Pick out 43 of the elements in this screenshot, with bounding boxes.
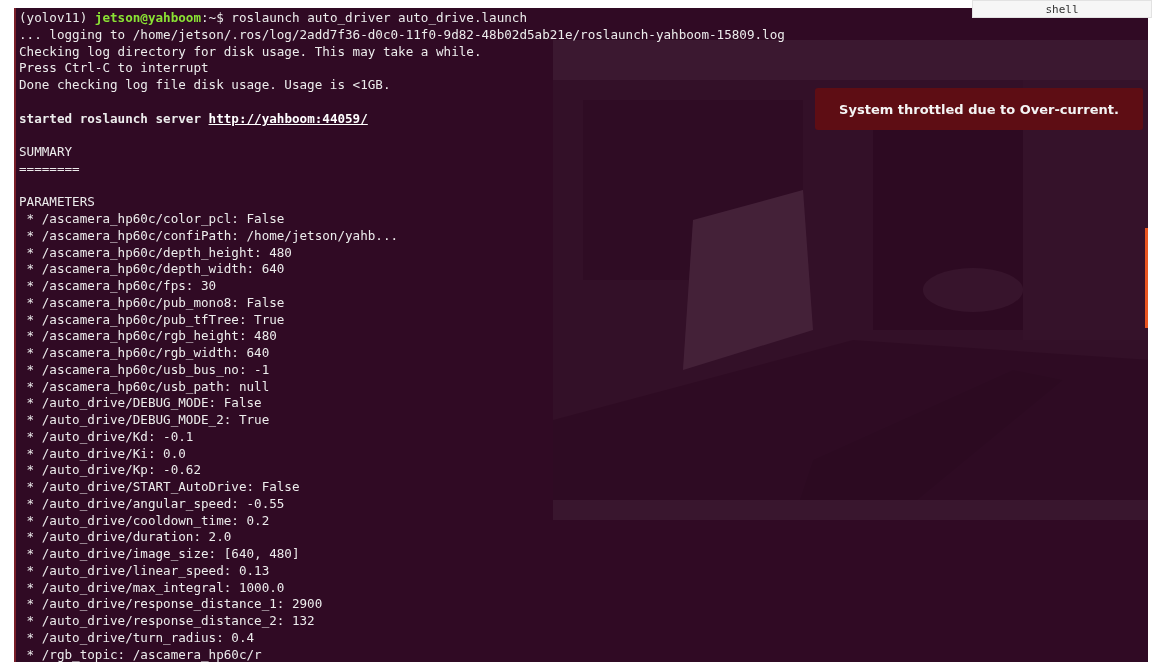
prompt-path: :~$ <box>201 10 224 25</box>
terminal-line: PARAMETERS <box>19 194 95 210</box>
terminal-line: ======== <box>19 160 80 176</box>
terminal-line: * /auto_drive/response_distance_1: 2900 <box>25 596 323 612</box>
terminal-line: SUMMARY <box>19 144 73 159</box>
terminal-line: * /auto_drive/DEBUG_MODE_2: True <box>25 412 270 427</box>
terminal-line: * /ascamera_hp60c/rgb_width: 640 <box>25 345 270 360</box>
terminal-line: * /auto_drive/START_AutoDrive: False <box>25 479 300 494</box>
notification-toast: System throttled due to Over-current. <box>815 88 1143 130</box>
terminal-line: * /auto_drive/max_integral: 1000.0 <box>25 579 285 595</box>
scrollbar-thumb[interactable] <box>1145 228 1148 328</box>
terminal-line: * /ascamera_hp60c/depth_width: 640 <box>25 261 285 277</box>
prompt-env: (yolov11) <box>19 10 89 25</box>
terminal-line: * /auto_drive/linear_speed: 0.13 <box>25 562 270 578</box>
terminal-line: * /ascamera_hp60c/usb_bus_no: -1 <box>25 361 270 377</box>
terminal-line: * /auto_drive/Ki: 0.0 <box>25 445 186 461</box>
terminal-line: * /ascamera_hp60c/depth_height: 480 <box>25 244 292 260</box>
terminal-line: * /auto_drive/Kp: -0.62 <box>25 462 201 478</box>
terminal-line: ... logging to /home/jetson/.ros/log/2add7f36-d0c0-11f0-9d82-48b02d5ab21e/roslaunch-yahboom-15809.log <box>19 26 785 42</box>
terminal-line: started roslaunch server <box>19 110 202 126</box>
terminal-line: * /ascamera_hp60c/usb_path: null <box>25 378 270 394</box>
terminal-line: * /auto_drive/Kd: -0.1 <box>25 428 194 444</box>
terminal-line: * /auto_drive/turn_radius: 0.4 <box>25 629 255 645</box>
server-link[interactable]: http://yahboom:44059/ <box>208 110 368 126</box>
terminal-line: * /ascamera_hp60c/pub_mono8: False <box>25 294 285 310</box>
terminal-line: * /rgb_topic: /ascamera_hp60c/r <box>25 646 262 662</box>
terminal-line: * /auto_drive/angular_speed: -0.55 <box>25 495 285 511</box>
terminal-line: * /ascamera_hp60c/confiPath: /home/jetson/yahb... <box>25 227 399 243</box>
terminal-line: * /ascamera_hp60c/fps: 30 <box>25 278 217 293</box>
terminal-line: * /auto_drive/cooldown_time: 0.2 <box>25 512 270 528</box>
terminal-line: * /auto_drive/duration: 2.0 <box>25 529 232 545</box>
terminal-line: * /ascamera_hp60c/pub_tfTree: True <box>25 311 285 327</box>
terminal-line: * /auto_drive/response_distance_2: 132 <box>25 613 315 628</box>
command-text: roslaunch auto_driver auto_drive.launch <box>230 10 528 25</box>
shell-tab[interactable]: shell <box>972 0 1152 18</box>
terminal-line: * /auto_drive/image_size: [640, 480] <box>25 546 300 561</box>
terminal-line: Done checking log file disk usage. Usage is <1GB. <box>19 77 391 92</box>
terminal-line: Checking log directory for disk usage. This may take a while. <box>19 43 482 59</box>
terminal-line: * /ascamera_hp60c/color_pcl: False <box>25 211 285 226</box>
terminal-line: * /auto_drive/DEBUG_MODE: False <box>25 395 262 411</box>
terminal-line: Press Ctrl-C to interrupt <box>19 60 209 76</box>
terminal-line: * /ascamera_hp60c/rgb_height: 480 <box>25 328 277 344</box>
prompt-user: jetson@yahboom <box>94 10 201 25</box>
